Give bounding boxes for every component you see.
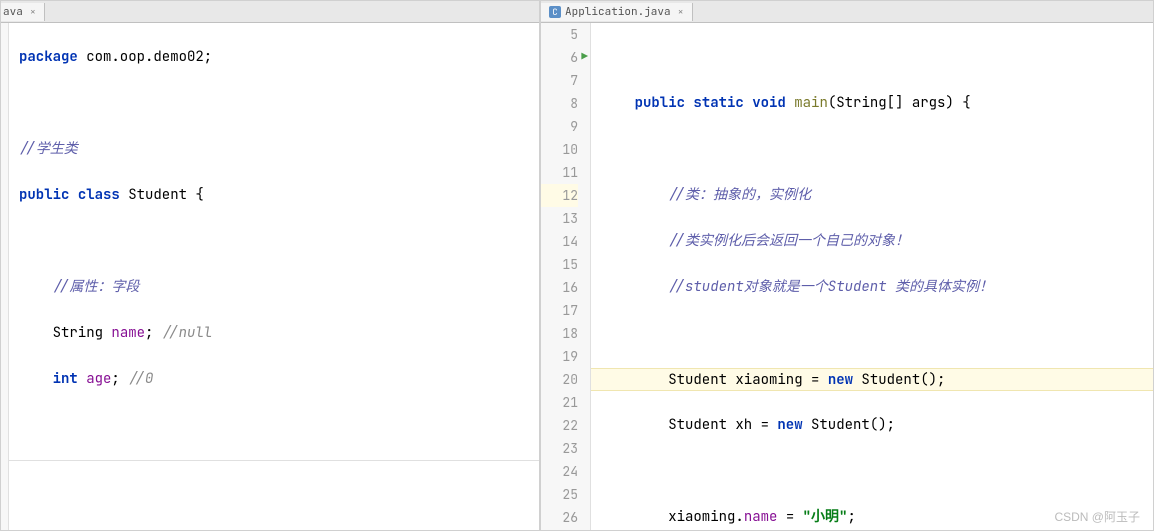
kw-class: class (78, 186, 120, 204)
java-class-icon: C (549, 6, 561, 18)
line-number: 6▶ (541, 46, 578, 69)
line-number: 8 (541, 92, 578, 115)
line-number: 21 (541, 391, 578, 414)
tab-label: ava (3, 5, 23, 19)
string-literal: "小明" (803, 508, 848, 526)
comment: //student对象就是一个Student 类的具体实例！ (668, 278, 993, 296)
comment: //0 (128, 370, 153, 388)
line-number: 14 (541, 230, 578, 253)
comment: //类实例化后会返回一个自己的对象！ (668, 232, 909, 250)
line-number: 7 (541, 69, 578, 92)
left-gutter (1, 23, 9, 530)
line-number: 10 (541, 138, 578, 161)
right-gutter[interactable]: 5 6▶ 7 8 9 10 11 12 13 14 15 16 17 18 19… (541, 23, 591, 530)
line-number: 11 (541, 161, 578, 184)
field-name: name (744, 508, 778, 526)
left-editor-pane: ava × package com.oop.demo02; //学生类 publ… (0, 0, 540, 531)
kw-new: new (828, 371, 853, 389)
field-name: name (111, 324, 145, 342)
class-decl: Student { (120, 186, 204, 204)
close-icon[interactable]: × (27, 5, 36, 18)
line-number: 16 (541, 276, 578, 299)
right-editor-pane: C Application.java × 5 6▶ 7 8 9 10 11 12… (540, 0, 1154, 531)
pkg-name: com.oop.demo02; (78, 48, 212, 66)
line-number: 9 (541, 115, 578, 138)
close-icon[interactable]: × (675, 5, 684, 18)
left-editor-body: package com.oop.demo02; //学生类 public cla… (1, 23, 539, 530)
separator-line (9, 460, 539, 461)
field-age: age (78, 370, 112, 388)
line-number: 5 (541, 23, 578, 46)
kw-static: static (693, 94, 743, 112)
tab-label: Application.java (565, 5, 671, 19)
method-main: main (786, 94, 828, 112)
right-tab-bar: C Application.java × (541, 1, 1153, 23)
left-tab-bar: ava × (1, 1, 539, 23)
line-number: 19 (541, 345, 578, 368)
right-code-area[interactable]: public static void main(String[] args) {… (591, 23, 1153, 530)
line-number: 12 (541, 184, 578, 207)
kw-package: package (19, 48, 78, 66)
kw-public: public (635, 94, 685, 112)
left-code-area[interactable]: package com.oop.demo02; //学生类 public cla… (9, 23, 539, 530)
line-number: 24 (541, 460, 578, 483)
comment: //学生类 (19, 140, 78, 158)
line-number: 15 (541, 253, 578, 276)
line-number: 25 (541, 483, 578, 506)
kw-new: new (777, 416, 802, 434)
run-gutter-icon[interactable]: ▶ (581, 46, 588, 69)
left-tab[interactable]: ava × (1, 3, 45, 21)
watermark: CSDN @阿玉子 (1054, 508, 1140, 525)
comment: //属性：字段 (53, 278, 140, 296)
line-number: 22 (541, 414, 578, 437)
kw-public: public (19, 186, 69, 204)
line-number: 23 (541, 437, 578, 460)
right-tab[interactable]: C Application.java × (541, 3, 693, 21)
type-string: String (53, 324, 112, 342)
kw-int: int (53, 370, 78, 388)
line-number: 27 (541, 529, 578, 530)
comment: //null (162, 324, 212, 342)
line-number: 18 (541, 322, 578, 345)
comment: //类：抽象的，实例化 (668, 186, 811, 204)
line-number: 20 (541, 368, 578, 391)
right-editor-body: 5 6▶ 7 8 9 10 11 12 13 14 15 16 17 18 19… (541, 23, 1153, 530)
line-number: 26 (541, 506, 578, 529)
line-number: 13 (541, 207, 578, 230)
kw-void: void (752, 94, 786, 112)
line-number: 17 (541, 299, 578, 322)
